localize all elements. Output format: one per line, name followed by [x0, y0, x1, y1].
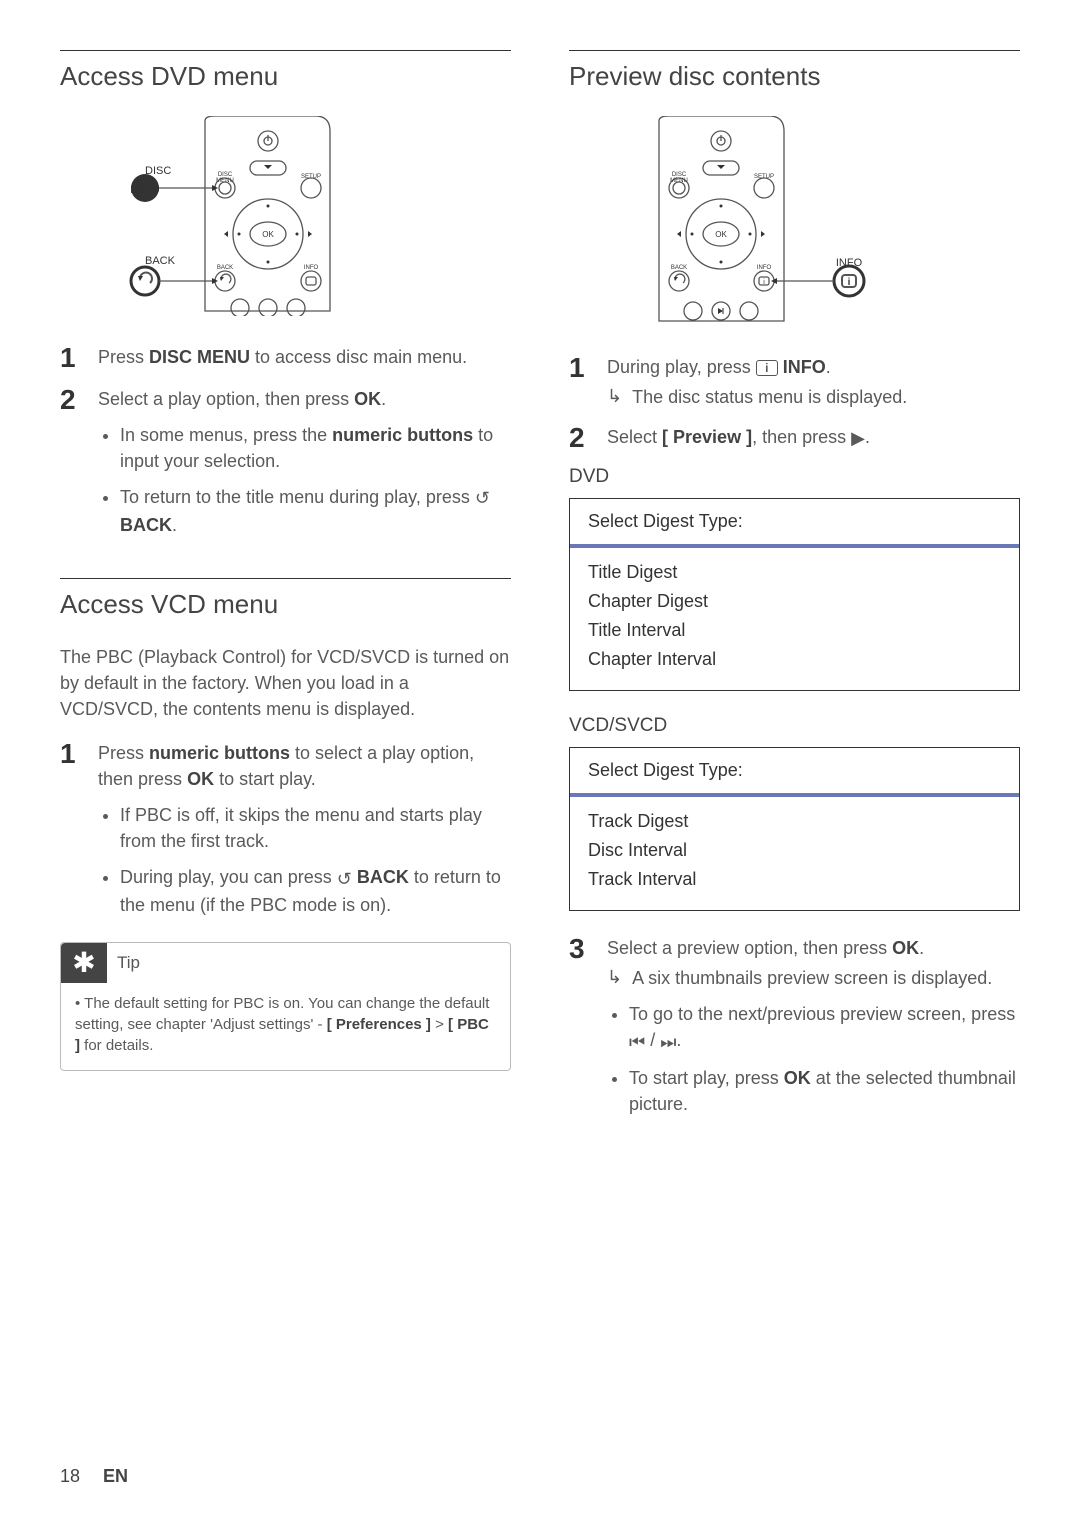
- svg-text:MENU: MENU: [130, 185, 159, 196]
- dvd-label: DVD: [569, 466, 1020, 488]
- svg-text:OK: OK: [715, 230, 727, 239]
- page-lang: EN: [103, 1466, 128, 1486]
- result-text: The disc status menu is displayed.: [632, 384, 907, 410]
- heading-access-dvd: Access DVD menu: [60, 61, 511, 92]
- bullet: To return to the title menu during play,…: [120, 484, 511, 537]
- step-number: 2: [60, 386, 80, 548]
- svg-text:OK: OK: [262, 230, 274, 239]
- page-footer: 18 EN: [60, 1466, 128, 1487]
- svg-text:MENU: MENU: [216, 178, 234, 184]
- svg-text:BACK: BACK: [217, 265, 233, 271]
- step-text: During play, press i INFO. ↳The disc sta…: [607, 354, 1020, 410]
- tip-icon: ✱: [61, 943, 107, 983]
- svg-text:BACK: BACK: [671, 265, 687, 271]
- menu-item: Title Interval: [588, 616, 1001, 645]
- step-text: Select a play option, then press OK. In …: [98, 386, 511, 548]
- heading-access-vcd: Access VCD menu: [60, 589, 511, 620]
- info-icon: i: [756, 360, 778, 376]
- menu-item: Title Digest: [588, 558, 1001, 587]
- back-icon: ↺: [337, 866, 352, 892]
- menu-item: Track Digest: [588, 807, 1001, 836]
- step-text: Select a preview option, then press OK. …: [607, 935, 1020, 1127]
- vcd-label: VCD/SVCD: [569, 715, 1020, 737]
- heading-preview: Preview disc contents: [569, 61, 1020, 92]
- step-number: 2: [569, 424, 589, 452]
- menu-item: Disc Interval: [588, 836, 1001, 865]
- play-icon: ▶: [851, 425, 865, 451]
- step-text: Press DISC MENU to access disc main menu…: [98, 344, 511, 372]
- divider: [569, 50, 1020, 51]
- step-number: 3: [569, 935, 589, 1127]
- vcd-menu-box: Select Digest Type: Track Digest Disc In…: [569, 747, 1020, 911]
- tip-box: ✱ Tip • The default setting for PBC is o…: [60, 942, 511, 1071]
- svg-text:MENU: MENU: [670, 178, 688, 184]
- menu-header: Select Digest Type:: [570, 748, 1019, 797]
- result-text: A six thumbnails preview screen is displ…: [632, 965, 992, 991]
- bullet: During play, you can press ↺ BACK to ret…: [120, 864, 511, 917]
- tip-label: Tip: [117, 953, 140, 973]
- bullet: To start play, press OK at the selected …: [629, 1065, 1020, 1117]
- svg-text:i: i: [848, 277, 851, 288]
- step-text: Select [ Preview ], then press ▶.: [607, 424, 1020, 452]
- menu-item: Chapter Interval: [588, 645, 1001, 674]
- step-number: 1: [569, 354, 589, 410]
- page-number: 18: [60, 1466, 80, 1486]
- bullet: If PBC is off, it skips the menu and sta…: [120, 802, 511, 854]
- result-arrow-icon: ↳: [607, 384, 622, 410]
- dvd-menu-box: Select Digest Type: Title Digest Chapter…: [569, 498, 1020, 691]
- bullet: To go to the next/previous preview scree…: [629, 1001, 1020, 1054]
- menu-header: Select Digest Type:: [570, 499, 1019, 548]
- menu-item: Track Interval: [588, 865, 1001, 894]
- next-icon: ⏭: [660, 1029, 676, 1055]
- svg-text:BACK: BACK: [145, 255, 176, 267]
- remote-diagram-disc-menu: DISC MENU SETUP OK BACK INFO: [60, 116, 511, 316]
- svg-text:SETUP: SETUP: [301, 174, 321, 180]
- remote-diagram-info: DISCMENU SETUP OK BACK INFO i INFO i: [569, 116, 1020, 326]
- tip-body: • The default setting for PBC is on. You…: [61, 983, 510, 1070]
- bullet: In some menus, press the numeric buttons…: [120, 422, 511, 474]
- svg-text:INFO: INFO: [757, 265, 772, 271]
- divider: [60, 50, 511, 51]
- step-number: 1: [60, 344, 80, 372]
- svg-text:SETUP: SETUP: [754, 174, 774, 180]
- divider: [60, 578, 511, 579]
- result-arrow-icon: ↳: [607, 965, 622, 991]
- prev-icon: ⏮: [629, 1029, 645, 1055]
- intro-text: The PBC (Playback Control) for VCD/SVCD …: [60, 644, 511, 722]
- step-text: Press numeric buttons to select a play o…: [98, 740, 511, 928]
- step-number: 1: [60, 740, 80, 928]
- menu-item: Chapter Digest: [588, 587, 1001, 616]
- svg-text:INFO: INFO: [304, 265, 319, 271]
- back-icon: ↺: [475, 485, 490, 511]
